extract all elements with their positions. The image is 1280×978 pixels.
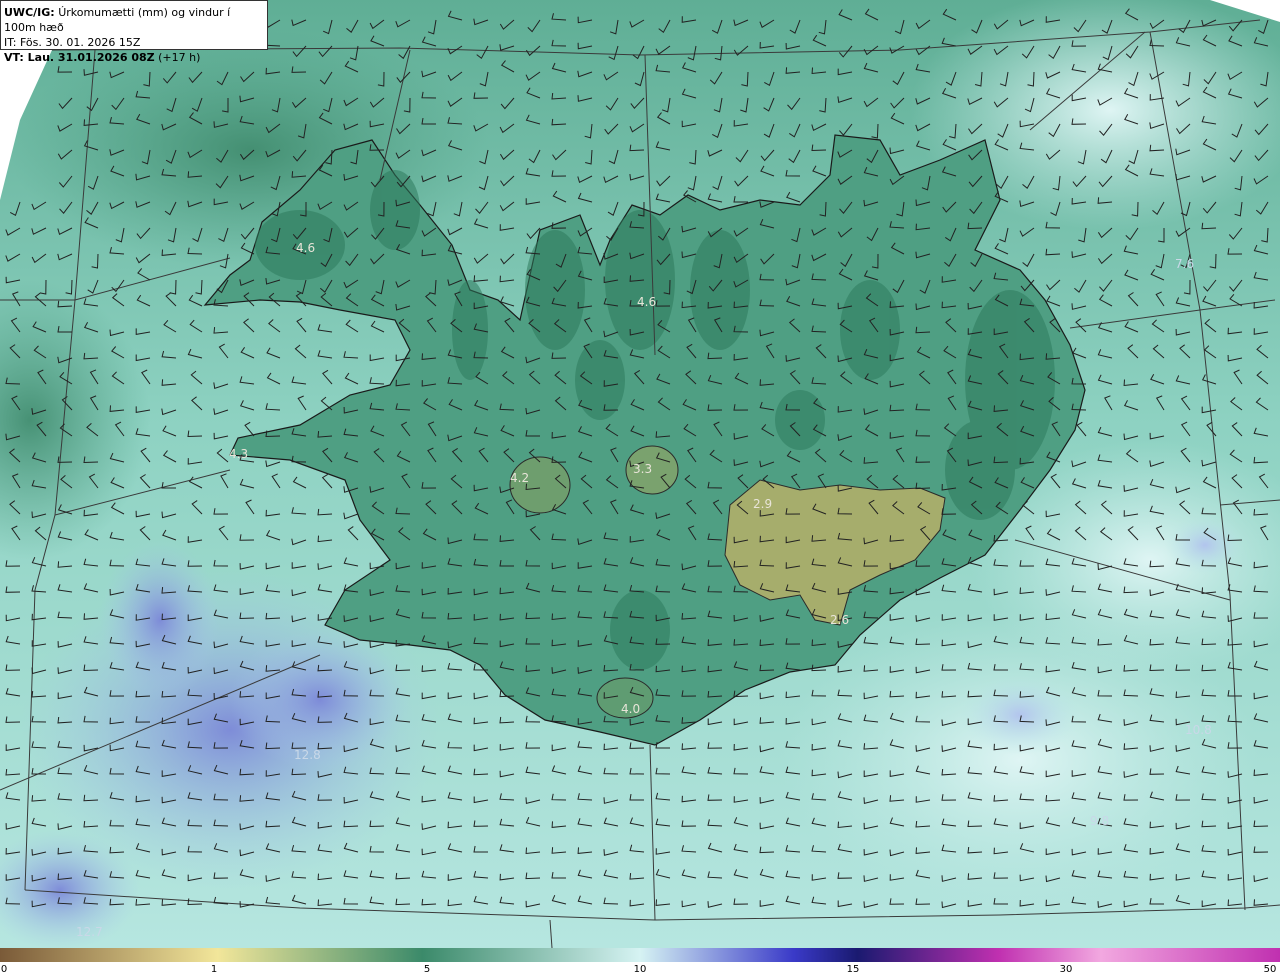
langjokull — [509, 456, 571, 514]
valid-time-line: VT: Lau. 31.01.2026 08Z (+17 h) — [4, 50, 264, 65]
value-label: 4.0 — [621, 702, 640, 716]
header-title-line: UWC/IG: Úrkomumætti (mm) og vindur í 100… — [4, 5, 264, 35]
map-canvas: 4.6 4.6 4.3 4.2 3.3 2.9 2.6 4.0 12.8 7.6… — [0, 0, 1280, 948]
value-label: 12.7 — [76, 925, 103, 939]
model-label: UWC/IG: — [4, 6, 55, 19]
precipitation-map[interactable]: 4.6 4.6 4.3 4.2 3.3 2.9 2.6 4.0 12.8 7.6… — [0, 0, 1280, 948]
colorbar-tick: 15 — [846, 964, 860, 975]
rain-patch-southeast — [960, 675, 1080, 755]
map-header: UWC/IG: Úrkomumætti (mm) og vindur í 100… — [0, 0, 268, 64]
colorbar-tick: 5 — [423, 964, 431, 975]
value-label: 2.6 — [830, 613, 849, 627]
valid-offset: (+17 h) — [158, 51, 201, 64]
value-label: 2.9 — [753, 497, 772, 511]
value-label: 4.6 — [637, 295, 656, 309]
value-label: 9.8 — [1090, 814, 1109, 828]
colorbar: 0 1 5 10 15 30 50 — [0, 948, 1280, 978]
colorbar-tick: 30 — [1059, 964, 1073, 975]
colorbar-tick: 50 — [1263, 964, 1277, 975]
value-label: 7.6 — [1175, 257, 1194, 271]
valid-time: VT: Lau. 31.01.2026 08Z — [4, 51, 155, 64]
value-label: 4.3 — [229, 447, 248, 461]
colorbar-tick: 1 — [210, 964, 218, 975]
colorbar-tick: 0 — [0, 964, 8, 975]
value-label: 3.3 — [633, 462, 652, 476]
value-label: 10.8 — [1185, 723, 1212, 737]
issue-time: IT: Fös. 30. 01. 2026 15Z — [4, 36, 141, 49]
value-label: 4.6 — [296, 241, 315, 255]
value-label: 12.8 — [294, 748, 321, 762]
value-label: 4.2 — [510, 471, 529, 485]
colorbar-strip — [0, 948, 1280, 962]
colorbar-tick: 10 — [633, 964, 647, 975]
